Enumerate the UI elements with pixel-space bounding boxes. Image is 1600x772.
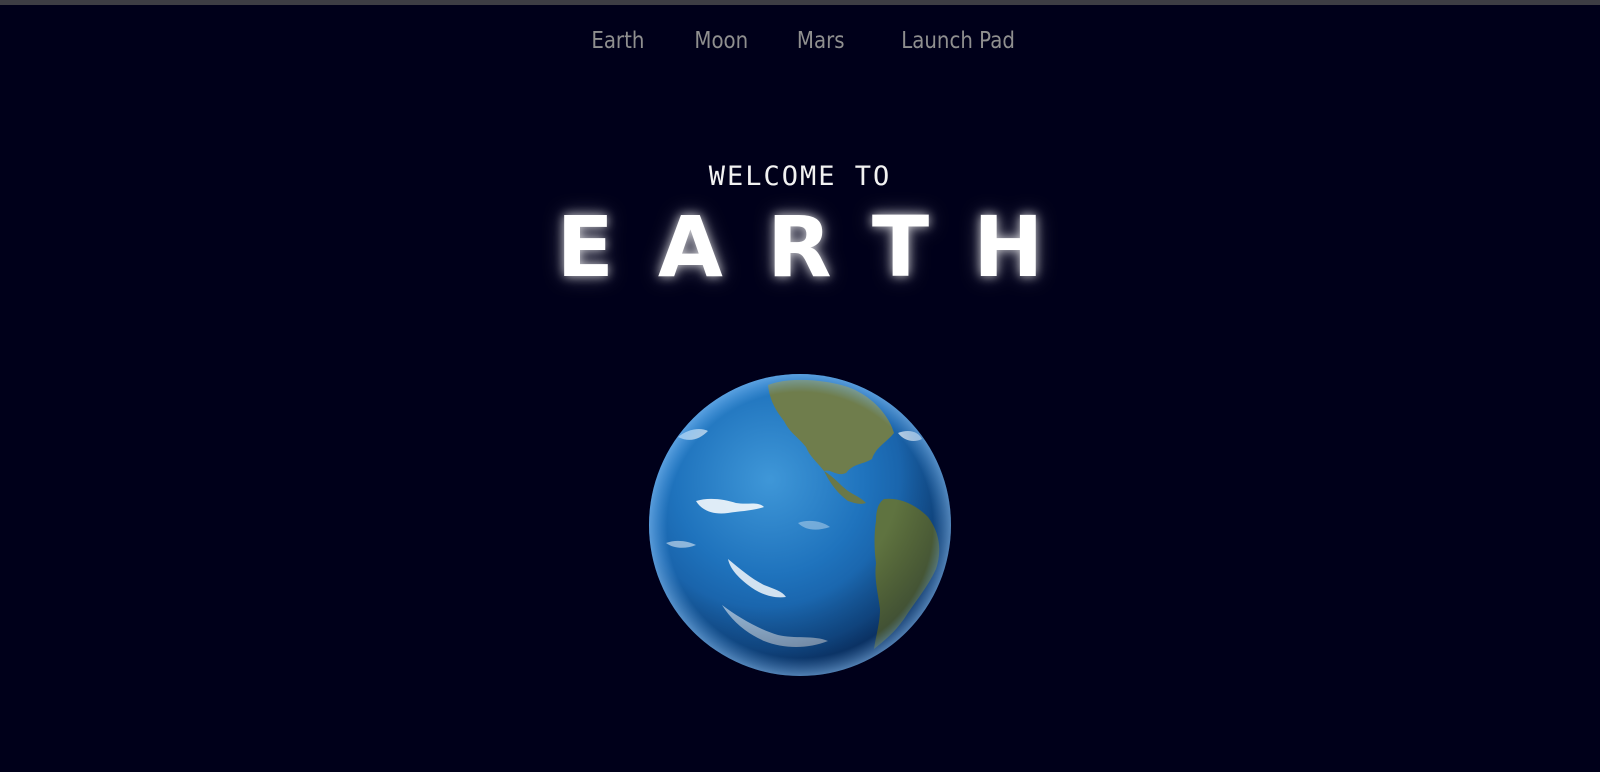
nav-link-launch-pad[interactable]: Launch Pad — [901, 28, 1015, 54]
planet-title: EARTH — [556, 198, 1088, 296]
nav-link-mars[interactable]: Mars — [797, 28, 845, 54]
top-bar — [0, 0, 1600, 5]
earth-globe-icon — [648, 373, 952, 677]
nav-link-earth[interactable]: Earth — [591, 28, 644, 54]
earth-globe-graphic — [649, 374, 951, 676]
page: Earth Moon Mars Launch Pad WELCOME TO EA… — [0, 0, 1600, 772]
nav-link-moon[interactable]: Moon — [694, 28, 748, 54]
welcome-subtitle: WELCOME TO — [708, 161, 892, 192]
